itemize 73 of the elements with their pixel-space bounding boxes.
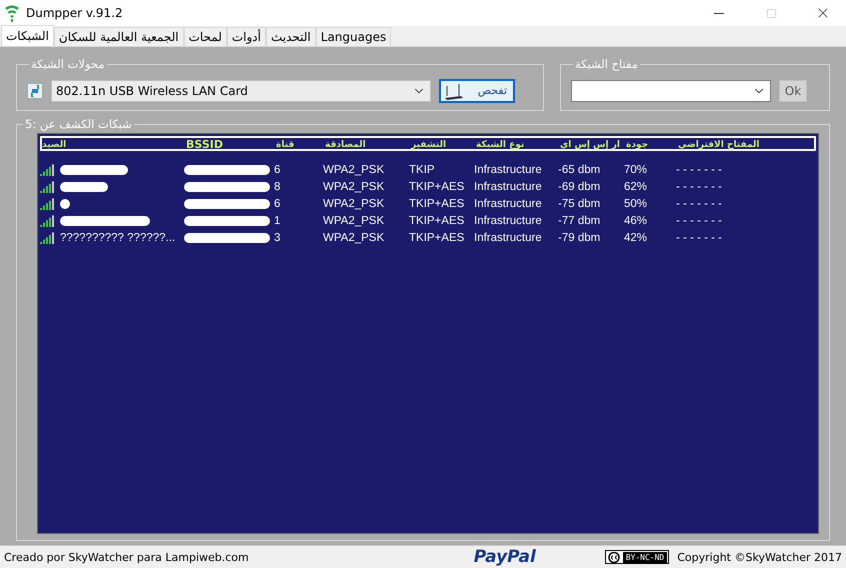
adapter-icon xyxy=(27,82,43,98)
column-header: المصادقة xyxy=(325,140,366,150)
table-cell-text: 62% xyxy=(624,180,648,192)
router-icon xyxy=(443,82,465,100)
maximize-icon xyxy=(766,8,776,18)
table-cell-text: 42% xyxy=(624,232,648,244)
signal-icon xyxy=(40,198,54,210)
table-cell-text: -75 dbm xyxy=(558,198,602,210)
license-badge: BY-NC-ND xyxy=(604,550,670,564)
credit-text: Creado por SkyWatcher para Lampiweb.com xyxy=(4,550,249,564)
table-cell-text: WPA2_PSK xyxy=(323,180,386,192)
table-cell-text: 8 xyxy=(274,180,282,192)
tab[interactable]: الجمعية العالمية للسكان xyxy=(54,27,184,46)
key-dropdown[interactable] xyxy=(571,80,771,102)
table-cell-text: 46% xyxy=(624,214,648,226)
table-cell-text: WPA2_PSK xyxy=(323,214,386,226)
signal-icon xyxy=(40,214,54,226)
tab[interactable]: التحديث xyxy=(266,27,316,46)
table-cell-text: Infrastructure xyxy=(474,232,543,244)
tab[interactable]: Languages xyxy=(316,27,392,46)
table-cell-text: ?????????? ??????... xyxy=(60,232,176,244)
column-header: قناة xyxy=(276,140,294,150)
table-cell-text: TKIP+AES xyxy=(409,232,466,244)
group-label: محولات الشبكة xyxy=(30,57,106,71)
table-cell-text: -69 dbm xyxy=(558,180,602,192)
scan-button[interactable]: تفحص xyxy=(439,78,515,102)
table-cell-text: - - - - - - - xyxy=(676,180,723,192)
paypal-link[interactable]: PayPal xyxy=(474,547,536,567)
table-cell-text: Infrastructure xyxy=(474,214,543,226)
column-header: ار إس إس اي xyxy=(560,140,620,150)
table-cell-text: -65 dbm xyxy=(558,164,602,176)
ok-button[interactable]: Ok xyxy=(779,80,807,102)
column-header: التشفير xyxy=(411,140,446,150)
table-cell-text: - - - - - - - xyxy=(676,198,723,210)
table-cell-text: Infrastructure xyxy=(474,164,543,176)
table-cell-text: 50% xyxy=(624,198,648,210)
table-cell-text: Infrastructure xyxy=(474,198,543,210)
table-cell-text: 3 xyxy=(274,232,282,244)
tab[interactable]: أدوات xyxy=(226,27,266,46)
table-cell-text: 6 xyxy=(274,164,282,176)
group-label: مفتاح الشبكة xyxy=(574,57,639,71)
table-cell-text: 1 xyxy=(274,214,282,226)
minimize-icon xyxy=(714,12,724,14)
column-header: BSSID xyxy=(186,138,223,151)
table-cell-text: 70% xyxy=(624,164,648,176)
table-cell-text: TKIP xyxy=(409,164,436,176)
signal-icon xyxy=(40,164,54,176)
tab[interactable]: لمحات xyxy=(184,27,227,46)
copyright-text: Copyright ©SkyWatcher 2017 xyxy=(677,550,842,564)
table-cell-text: - - - - - - - xyxy=(676,232,723,244)
table-cell-text: TKIP+AES xyxy=(409,198,466,210)
wifi-logo-icon xyxy=(4,4,20,22)
window-title: Dumpper v.91.2 xyxy=(26,6,124,20)
table-cell-text: WPA2_PSK xyxy=(323,198,386,210)
table-cell-text: -77 dbm xyxy=(558,214,602,226)
table-cell-text: - - - - - - - xyxy=(676,214,723,226)
table-cell-text: 6 xyxy=(274,198,282,210)
tab[interactable]: الشبكات xyxy=(1,25,54,46)
signal-icon xyxy=(40,232,54,244)
table-cell-text: TKIP+AES xyxy=(409,180,466,192)
group-label: شبكات الكشف عن :5 xyxy=(24,117,133,131)
table-cell-text: WPA2_PSK xyxy=(323,232,386,244)
table-cell-text: WPA2_PSK xyxy=(323,164,386,176)
signal-icon xyxy=(40,180,54,192)
column-header: الصيد xyxy=(42,140,66,150)
table-cell-text: Infrastructure xyxy=(474,180,543,192)
column-header: المفتاح الافتراضي xyxy=(678,140,760,150)
table-cell-text: - - - - - - - xyxy=(676,164,723,176)
table-cell-text: TKIP+AES xyxy=(409,214,466,226)
adapter-dropdown[interactable]: 802.11n USB Wireless LAN Card xyxy=(51,80,431,102)
table-cell-text: -79 dbm xyxy=(558,232,602,244)
column-header: نوع الشبكة xyxy=(476,140,524,150)
column-header: جودة xyxy=(626,140,648,150)
